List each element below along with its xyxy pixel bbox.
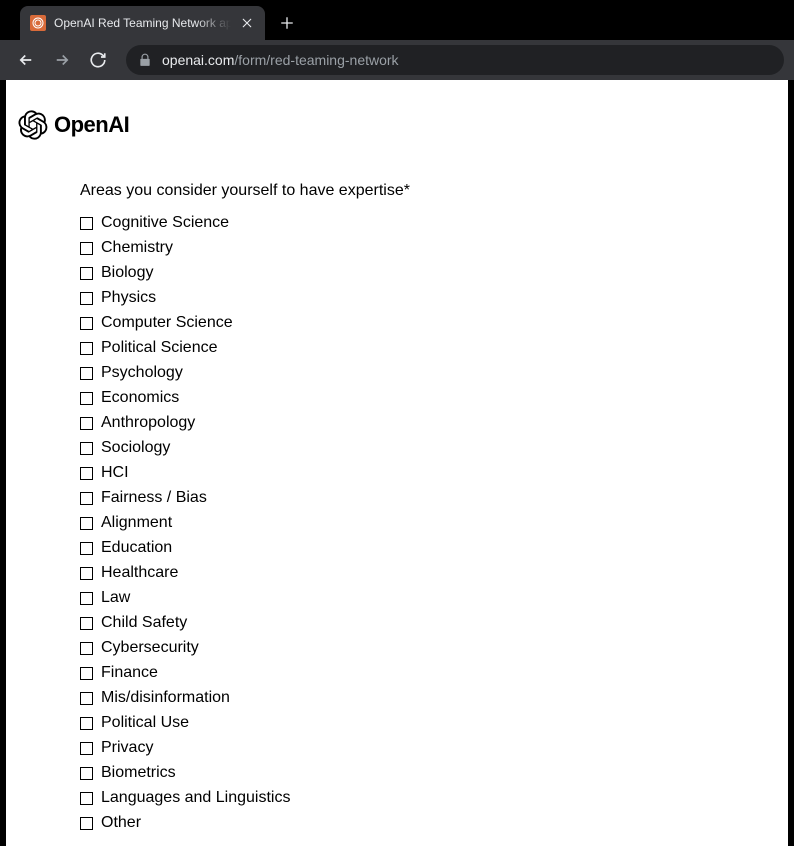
checkbox-input[interactable]: [80, 292, 93, 305]
checkbox-input[interactable]: [80, 317, 93, 330]
checkbox-label[interactable]: Psychology: [101, 364, 183, 382]
checkbox-input[interactable]: [80, 617, 93, 630]
checkbox-item: Sociology: [80, 439, 788, 457]
checkbox-label[interactable]: Child Safety: [101, 614, 187, 632]
checkbox-item: Chemistry: [80, 239, 788, 257]
reload-button[interactable]: [82, 44, 114, 76]
checkbox-label[interactable]: Political Science: [101, 339, 218, 357]
checkbox-label[interactable]: Languages and Linguistics: [101, 789, 290, 807]
checkbox-item: HCI: [80, 464, 788, 482]
checkbox-item: Education: [80, 539, 788, 557]
checkbox-input[interactable]: [80, 692, 93, 705]
tab-bar: OpenAI Red Teaming Network ap: [0, 0, 794, 40]
checkbox-label[interactable]: Other: [101, 814, 141, 832]
checkbox-item: Economics: [80, 389, 788, 407]
brand-name: OpenAI: [54, 112, 129, 138]
checkbox-item: Computer Science: [80, 314, 788, 332]
url-text: openai.com/form/red-teaming-network: [162, 52, 399, 68]
checkbox-item: Finance: [80, 664, 788, 682]
checkbox-item: Biology: [80, 264, 788, 282]
checkbox-label[interactable]: Biology: [101, 264, 153, 282]
checkbox-label[interactable]: Alignment: [101, 514, 172, 532]
checkbox-label[interactable]: Computer Science: [101, 314, 233, 332]
form-section: Areas you consider yourself to have expe…: [6, 140, 788, 832]
close-icon[interactable]: [239, 15, 255, 31]
new-tab-button[interactable]: [273, 9, 301, 37]
checkbox-input[interactable]: [80, 817, 93, 830]
checkbox-item: Healthcare: [80, 564, 788, 582]
checkbox-label[interactable]: Privacy: [101, 739, 153, 757]
checkbox-item: Languages and Linguistics: [80, 789, 788, 807]
checkbox-item: Law: [80, 589, 788, 607]
checkbox-input[interactable]: [80, 792, 93, 805]
browser-chrome: OpenAI Red Teaming Network ap openai.com…: [0, 0, 794, 80]
checkbox-item: Anthropology: [80, 414, 788, 432]
tab-title: OpenAI Red Teaming Network ap: [54, 16, 231, 30]
checkbox-item: Physics: [80, 289, 788, 307]
checkbox-item: Alignment: [80, 514, 788, 532]
checkbox-item: Political Use: [80, 714, 788, 732]
checkbox-label[interactable]: Cybersecurity: [101, 639, 199, 657]
checkbox-input[interactable]: [80, 717, 93, 730]
checkbox-label[interactable]: Education: [101, 539, 172, 557]
checkbox-item: Privacy: [80, 739, 788, 757]
checkbox-input[interactable]: [80, 517, 93, 530]
checkbox-label[interactable]: Physics: [101, 289, 156, 307]
checkbox-input[interactable]: [80, 592, 93, 605]
checkbox-input[interactable]: [80, 492, 93, 505]
checkbox-label[interactable]: Law: [101, 589, 130, 607]
checkbox-item: Child Safety: [80, 614, 788, 632]
back-button[interactable]: [10, 44, 42, 76]
checkbox-input[interactable]: [80, 442, 93, 455]
checkbox-input[interactable]: [80, 367, 93, 380]
checkbox-label[interactable]: Economics: [101, 389, 179, 407]
lock-icon: [138, 53, 152, 67]
checkbox-input[interactable]: [80, 342, 93, 355]
browser-toolbar: openai.com/form/red-teaming-network: [0, 40, 794, 80]
checkbox-item: Other: [80, 814, 788, 832]
checkbox-label[interactable]: Fairness / Bias: [101, 489, 207, 507]
checkbox-input[interactable]: [80, 242, 93, 255]
url-domain: openai.com: [162, 52, 234, 68]
browser-tab[interactable]: OpenAI Red Teaming Network ap: [20, 6, 265, 40]
expertise-checkbox-list: Cognitive Science Chemistry Biology Physics…: [80, 214, 788, 832]
checkbox-input[interactable]: [80, 542, 93, 555]
checkbox-item: Fairness / Bias: [80, 489, 788, 507]
openai-logo-icon: [18, 110, 48, 140]
checkbox-input[interactable]: [80, 417, 93, 430]
checkbox-item: Political Science: [80, 339, 788, 357]
checkbox-item: Cognitive Science: [80, 214, 788, 232]
checkbox-input[interactable]: [80, 567, 93, 580]
checkbox-item: Psychology: [80, 364, 788, 382]
checkbox-label[interactable]: HCI: [101, 464, 129, 482]
checkbox-item: Mis/disinformation: [80, 689, 788, 707]
checkbox-label[interactable]: Cognitive Science: [101, 214, 229, 232]
checkbox-input[interactable]: [80, 667, 93, 680]
checkbox-label[interactable]: Sociology: [101, 439, 170, 457]
checkbox-label[interactable]: Biometrics: [101, 764, 176, 782]
form-question-label: Areas you consider yourself to have expe…: [80, 182, 788, 200]
url-path: /form/red-teaming-network: [234, 52, 398, 68]
checkbox-input[interactable]: [80, 467, 93, 480]
checkbox-item: Cybersecurity: [80, 639, 788, 657]
checkbox-input[interactable]: [80, 392, 93, 405]
checkbox-label[interactable]: Finance: [101, 664, 158, 682]
address-bar[interactable]: openai.com/form/red-teaming-network: [126, 45, 784, 75]
checkbox-input[interactable]: [80, 767, 93, 780]
tab-favicon-icon: [30, 15, 46, 31]
page-content: OpenAI Areas you consider yourself to ha…: [6, 80, 788, 846]
checkbox-label[interactable]: Chemistry: [101, 239, 173, 257]
checkbox-label[interactable]: Anthropology: [101, 414, 195, 432]
checkbox-input[interactable]: [80, 642, 93, 655]
checkbox-input[interactable]: [80, 267, 93, 280]
checkbox-label[interactable]: Mis/disinformation: [101, 689, 230, 707]
checkbox-item: Biometrics: [80, 764, 788, 782]
checkbox-input[interactable]: [80, 742, 93, 755]
checkbox-input[interactable]: [80, 217, 93, 230]
forward-button[interactable]: [46, 44, 78, 76]
brand-logo: OpenAI: [6, 80, 788, 140]
checkbox-label[interactable]: Healthcare: [101, 564, 178, 582]
checkbox-label[interactable]: Political Use: [101, 714, 189, 732]
